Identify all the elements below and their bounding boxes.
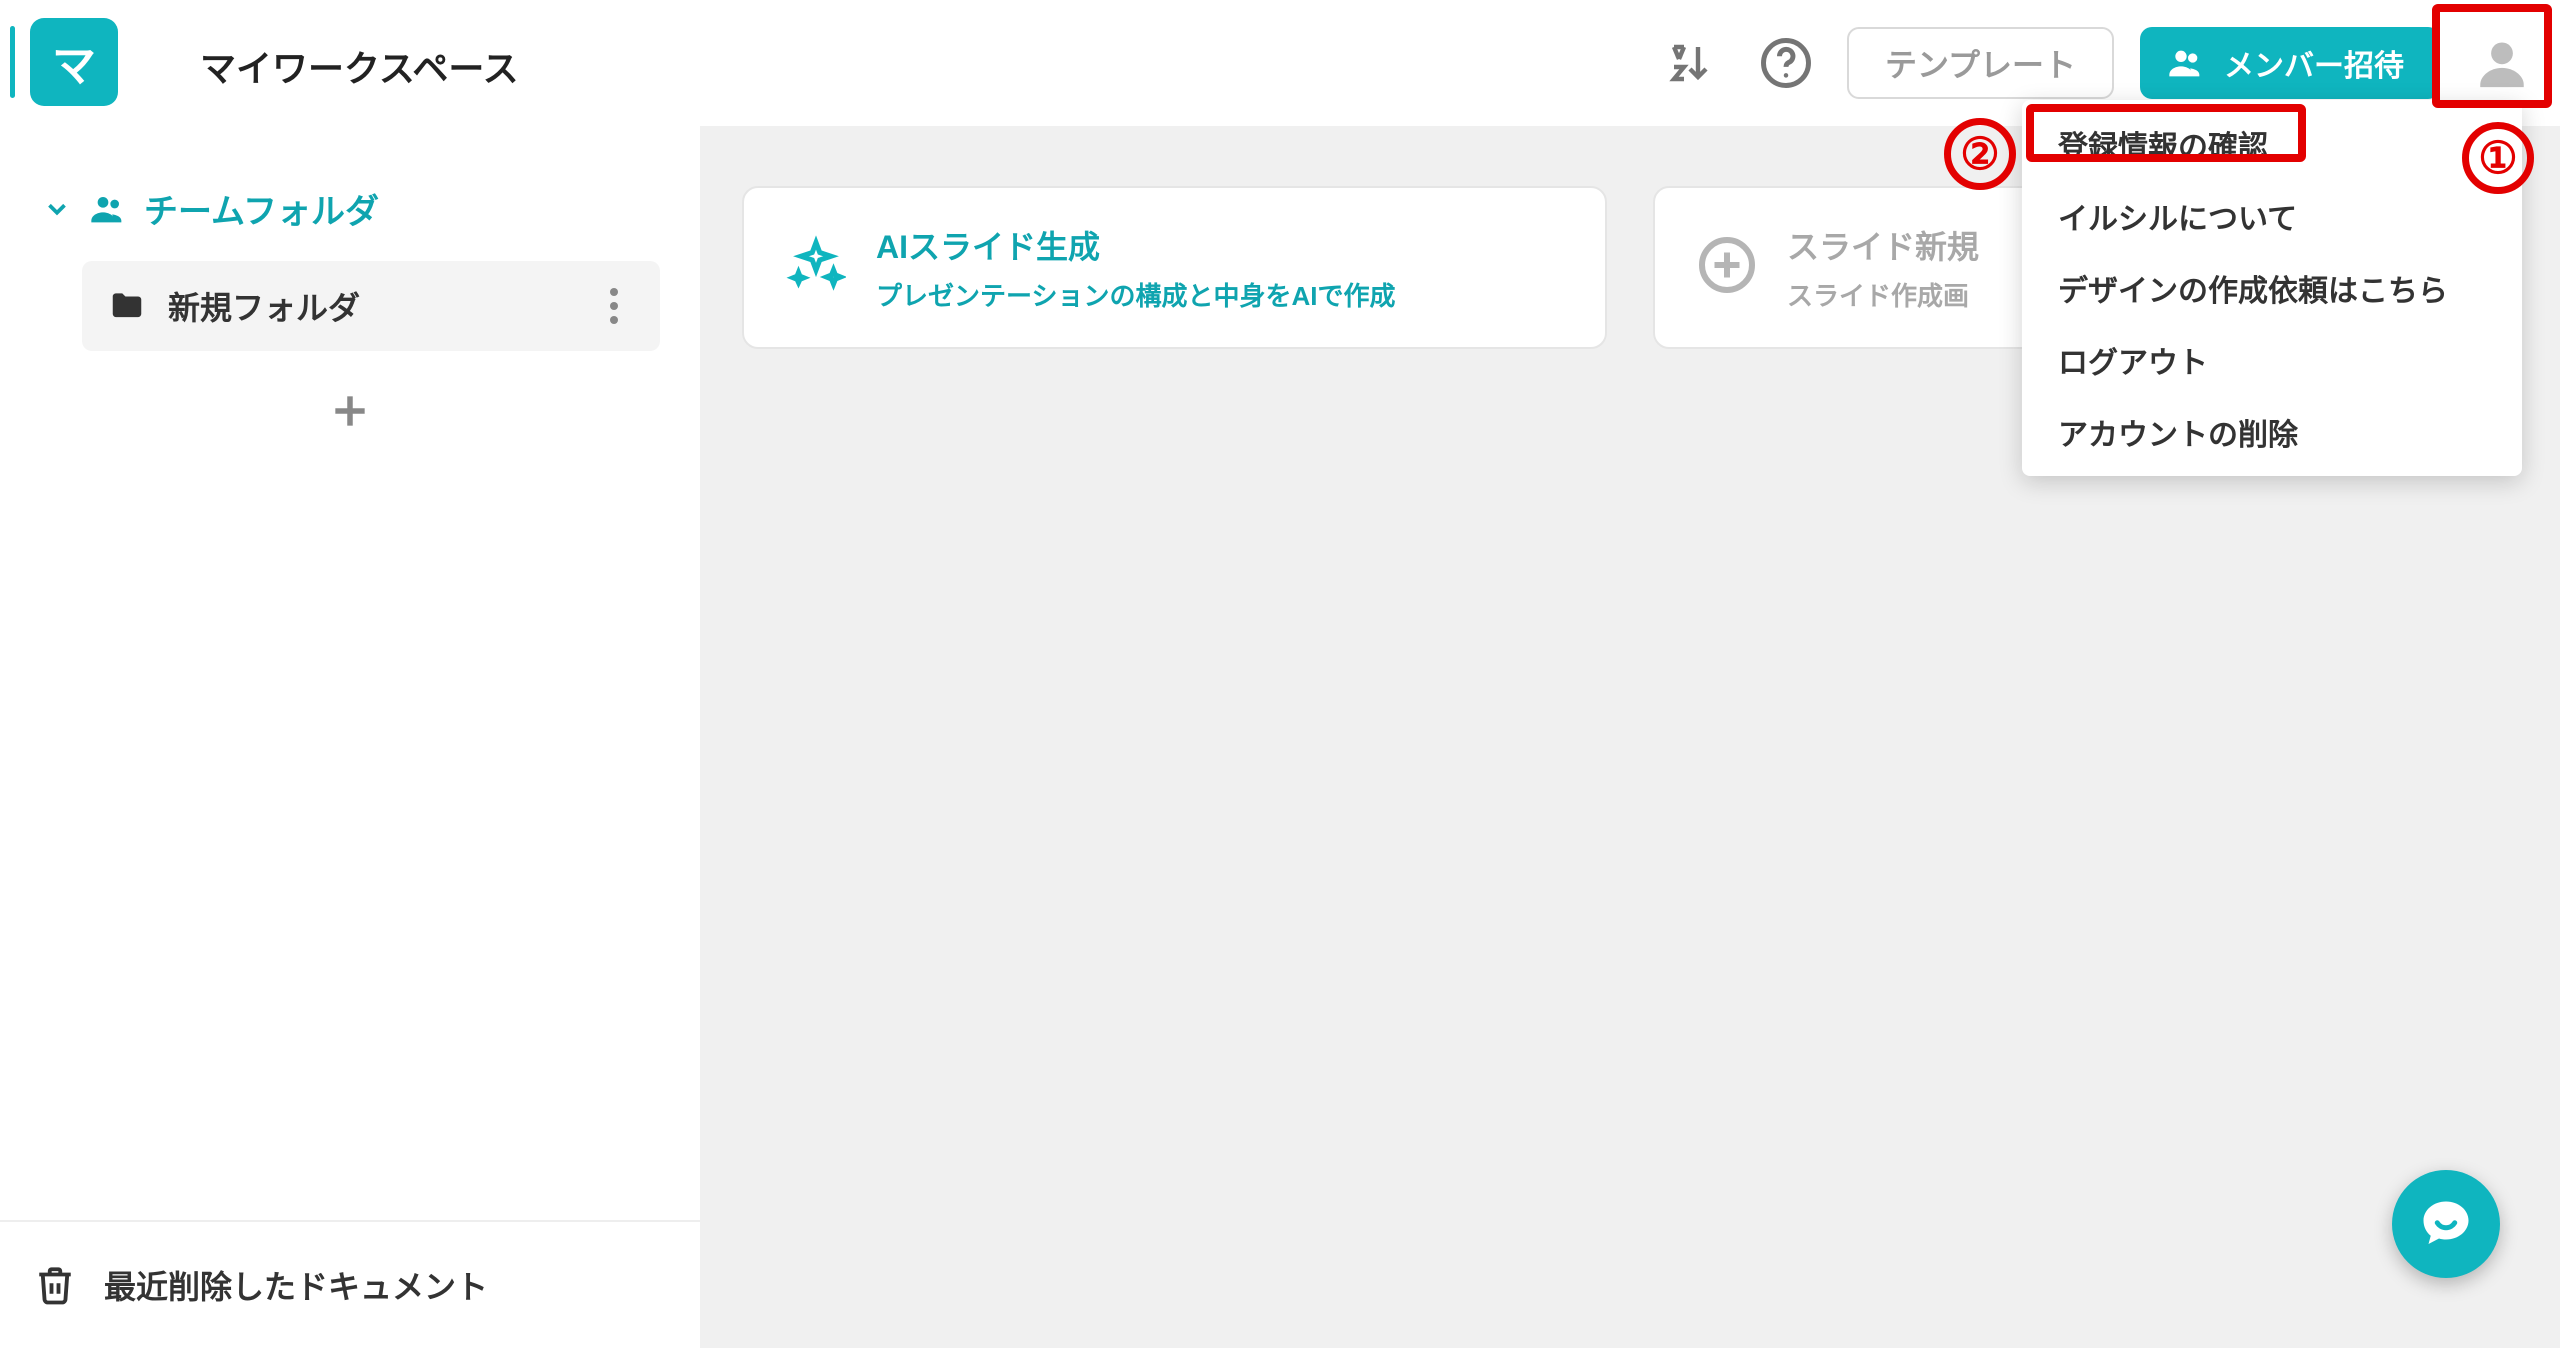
ai-slide-card[interactable]: AIスライド生成 プレゼンテーションの構成と中身をAIで作成: [742, 186, 1607, 349]
menu-item-delete-account[interactable]: アカウントの削除: [2022, 396, 2522, 468]
sidebar: マ マイワークスペース チームフォルダ 新規フォルダ 最: [0, 0, 700, 1348]
help-icon: [1759, 36, 1813, 90]
workspace-title: マイワークスペース: [200, 40, 519, 92]
menu-item-registration-info[interactable]: 登録情報の確認: [2022, 108, 2522, 180]
menu-item-logout[interactable]: ログアウト: [2022, 324, 2522, 396]
new-card-subtitle: スライド作成画: [1787, 276, 1979, 313]
invite-label: メンバー招待: [2224, 41, 2404, 85]
workspace-badge-letter: マ: [52, 30, 96, 94]
sort-button[interactable]: [1655, 28, 1725, 98]
avatar-icon: [2473, 34, 2531, 92]
main-area: テンプレート メンバー招待 AIスライド生成 プレゼンテーションの構成と中身をA…: [700, 0, 2560, 1348]
chevron-down-icon: [42, 194, 72, 224]
new-card-title: スライド新規: [1787, 222, 1979, 268]
folder-icon: [108, 287, 146, 325]
team-folder-header[interactable]: チームフォルダ: [34, 170, 666, 261]
sparkles-icon: [786, 235, 846, 295]
account-avatar-button[interactable]: [2466, 27, 2538, 99]
menu-item-design-request[interactable]: デザインの作成依頼はこちら: [2022, 252, 2522, 324]
template-button[interactable]: テンプレート: [1847, 27, 2114, 99]
invite-icon: [2166, 43, 2206, 83]
trash-icon: [34, 1264, 76, 1306]
folder-item[interactable]: 新規フォルダ: [82, 261, 660, 351]
sort-az-icon: [1666, 39, 1714, 87]
plus-circle-icon: [1697, 235, 1757, 295]
account-dropdown: 登録情報の確認 イルシルについて デザインの作成依頼はこちら ログアウト アカウ…: [2022, 100, 2522, 476]
menu-item-about[interactable]: イルシルについて: [2022, 180, 2522, 252]
workspace-accent: [10, 26, 15, 98]
help-button[interactable]: [1751, 28, 1821, 98]
chat-icon: [2416, 1194, 2476, 1254]
trash-label: 最近削除したドキュメント: [104, 1262, 488, 1308]
ai-card-title: AIスライド生成: [876, 222, 1395, 268]
team-folder-label: チームフォルダ: [144, 184, 379, 233]
plus-icon: [328, 389, 372, 433]
invite-button[interactable]: メンバー招待: [2140, 27, 2440, 99]
chat-fab[interactable]: [2392, 1170, 2500, 1278]
add-folder-button[interactable]: [34, 389, 666, 433]
workspace-badge[interactable]: マ: [30, 18, 118, 106]
template-label: テンプレート: [1885, 40, 2076, 86]
folder-more-button[interactable]: [594, 288, 634, 324]
people-icon: [88, 189, 128, 229]
ai-card-subtitle: プレゼンテーションの構成と中身をAIで作成: [876, 276, 1395, 313]
folder-name: 新規フォルダ: [168, 283, 360, 329]
trash-link[interactable]: 最近削除したドキュメント: [0, 1220, 700, 1348]
